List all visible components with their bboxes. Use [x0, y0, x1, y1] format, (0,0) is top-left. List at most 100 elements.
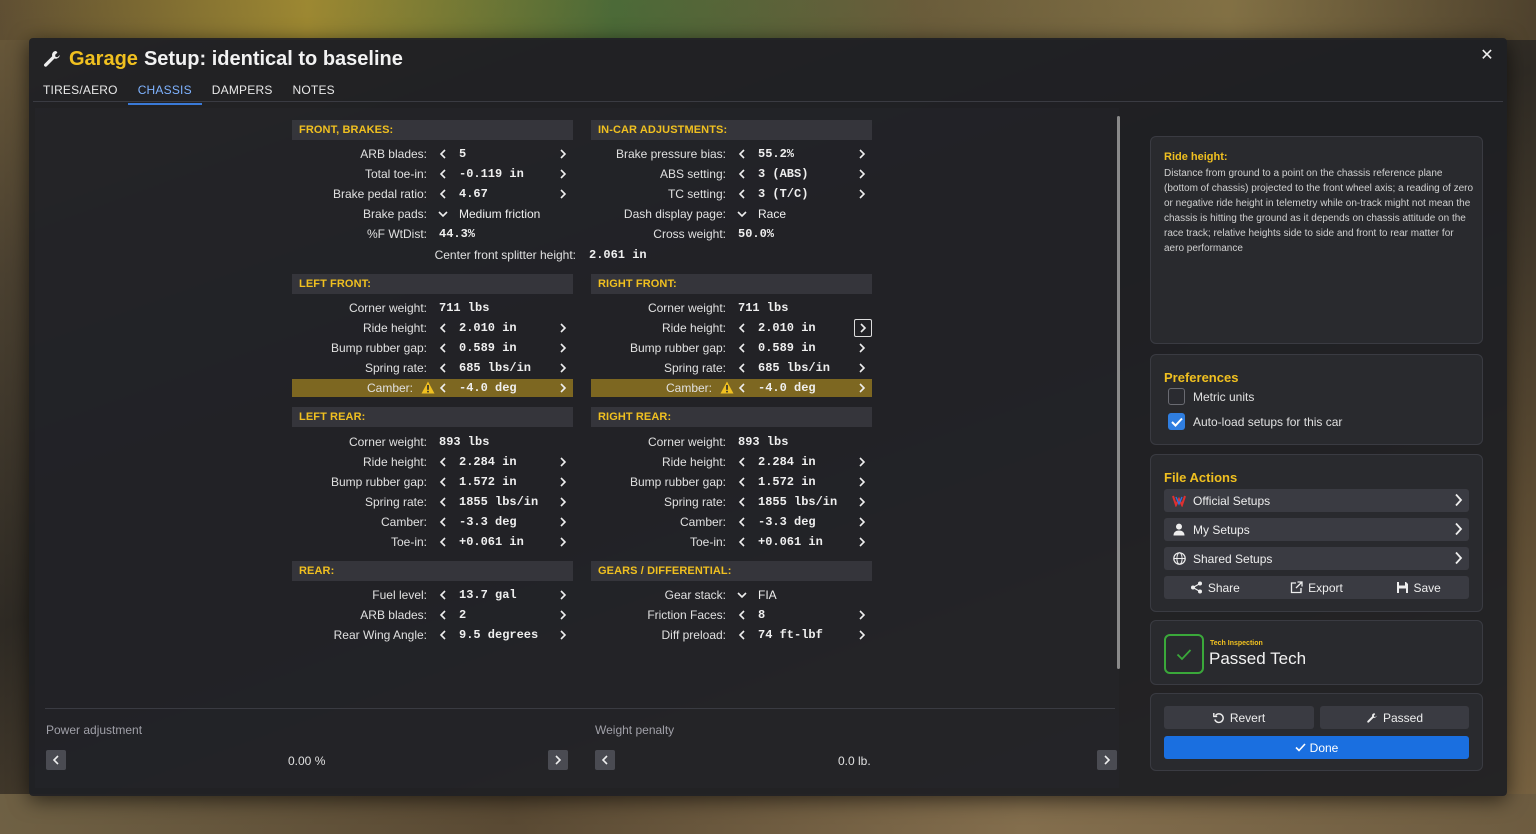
file-actions-panel: File Actions Official Setups My Setups S… [1150, 454, 1483, 612]
increase-button[interactable] [854, 474, 870, 490]
chevron-right-icon [1454, 551, 1463, 568]
metric-units-checkbox[interactable] [1168, 388, 1185, 405]
close-button[interactable]: ✕ [1477, 46, 1497, 66]
increase-button[interactable] [555, 514, 571, 530]
increase-button[interactable] [854, 360, 870, 376]
row-brake-pedal-ratio: Brake pedal ratio: 4.67 [292, 185, 573, 203]
decrease-button[interactable] [734, 340, 750, 356]
decrease-button[interactable] [734, 166, 750, 182]
decrease-button[interactable] [734, 186, 750, 202]
dropdown-chevron-icon[interactable] [435, 206, 451, 222]
increase-button[interactable] [854, 186, 870, 202]
increase-button[interactable] [555, 186, 571, 202]
section-right-front: RIGHT FRONT: [591, 274, 872, 294]
row-label: Camber: [665, 381, 712, 395]
decrease-button[interactable] [734, 474, 750, 490]
decrease-button[interactable] [435, 166, 451, 182]
decrease-button[interactable] [734, 534, 750, 550]
decrease-button[interactable] [734, 607, 750, 623]
done-button[interactable]: Done [1164, 736, 1469, 759]
save-button[interactable]: Save [1367, 576, 1469, 599]
share-label: Share [1207, 580, 1240, 595]
decrease-button[interactable] [734, 454, 750, 470]
my-setups-item[interactable]: My Setups [1164, 518, 1469, 541]
increase-button[interactable] [854, 514, 870, 530]
share-button[interactable]: Share [1164, 576, 1266, 599]
increase-button[interactable] [854, 607, 870, 623]
decrease-button[interactable] [734, 360, 750, 376]
export-button[interactable]: Export [1266, 576, 1368, 599]
increase-button[interactable] [555, 627, 571, 643]
decrease-button[interactable] [435, 474, 451, 490]
row-value: 2.284 in [758, 455, 816, 469]
row-value: 1855 lbs/in [758, 495, 838, 509]
increase-button[interactable] [854, 166, 870, 182]
decrease-button[interactable] [734, 320, 750, 336]
row-value[interactable]: FIA [758, 588, 777, 602]
increase-button[interactable] [555, 607, 571, 623]
row-value[interactable]: Race [758, 207, 786, 221]
increase-button[interactable] [555, 494, 571, 510]
increase-button[interactable] [555, 587, 571, 603]
decrease-button[interactable] [435, 380, 451, 396]
decrease-button[interactable] [435, 320, 451, 336]
passed-button[interactable]: Passed [1320, 706, 1469, 729]
increase-button[interactable] [555, 534, 571, 550]
scrollbar[interactable] [1117, 116, 1120, 669]
increase-button[interactable] [854, 146, 870, 162]
decrease-button[interactable] [734, 146, 750, 162]
increase-button[interactable] [555, 320, 571, 336]
section-front-brakes: FRONT, BRAKES: [292, 120, 573, 140]
shared-setups-item[interactable]: Shared Setups [1164, 547, 1469, 570]
row-value: 893 lbs [439, 435, 490, 449]
row-rf-spring-rate: Spring rate: 685 lbs/in [591, 359, 872, 377]
decrease-button[interactable] [734, 494, 750, 510]
dropdown-chevron-icon[interactable] [734, 587, 750, 603]
decrease-button[interactable] [435, 494, 451, 510]
increase-button[interactable] [555, 166, 571, 182]
increase-button[interactable] [854, 454, 870, 470]
increase-button[interactable] [555, 454, 571, 470]
row-label: TC setting: [667, 187, 726, 201]
autoload-checkbox[interactable] [1168, 413, 1185, 430]
increase-button[interactable] [854, 340, 870, 356]
row-value[interactable]: Medium friction [459, 207, 540, 221]
increase-button[interactable] [555, 360, 571, 376]
row-value: 711 lbs [738, 301, 789, 315]
official-setups-item[interactable]: Official Setups [1164, 489, 1469, 512]
increase-button[interactable] [854, 494, 870, 510]
decrease-button[interactable] [435, 607, 451, 623]
increase-button[interactable] [854, 627, 870, 643]
increase-button[interactable] [555, 380, 571, 396]
decrease-button[interactable] [435, 340, 451, 356]
weight-decrease-button[interactable] [595, 750, 615, 770]
row-label: Toe-in: [689, 535, 726, 549]
decrease-button[interactable] [435, 186, 451, 202]
increase-button[interactable] [555, 474, 571, 490]
decrease-button[interactable] [435, 454, 451, 470]
row-fuel-level: Fuel level: 13.7 gal [292, 586, 573, 604]
decrease-button[interactable] [435, 146, 451, 162]
decrease-button[interactable] [734, 380, 750, 396]
row-rr-toe-in: Toe-in: +0.061 in [591, 533, 872, 551]
increase-button[interactable] [854, 380, 870, 396]
decrease-button[interactable] [435, 514, 451, 530]
decrease-button[interactable] [435, 360, 451, 376]
row-label: Camber: [380, 515, 427, 529]
revert-button[interactable]: Revert [1164, 706, 1314, 729]
weight-increase-button[interactable] [1097, 750, 1117, 770]
power-decrease-button[interactable] [46, 750, 66, 770]
increase-button[interactable] [854, 319, 872, 337]
increase-button[interactable] [854, 534, 870, 550]
row-value: 2.061 in [589, 248, 647, 262]
decrease-button[interactable] [435, 627, 451, 643]
dropdown-chevron-icon[interactable] [734, 206, 750, 222]
increase-button[interactable] [555, 146, 571, 162]
decrease-button[interactable] [435, 534, 451, 550]
decrease-button[interactable] [734, 514, 750, 530]
decrease-button[interactable] [734, 627, 750, 643]
power-increase-button[interactable] [548, 750, 568, 770]
increase-button[interactable] [555, 340, 571, 356]
export-icon [1291, 581, 1303, 594]
decrease-button[interactable] [435, 587, 451, 603]
